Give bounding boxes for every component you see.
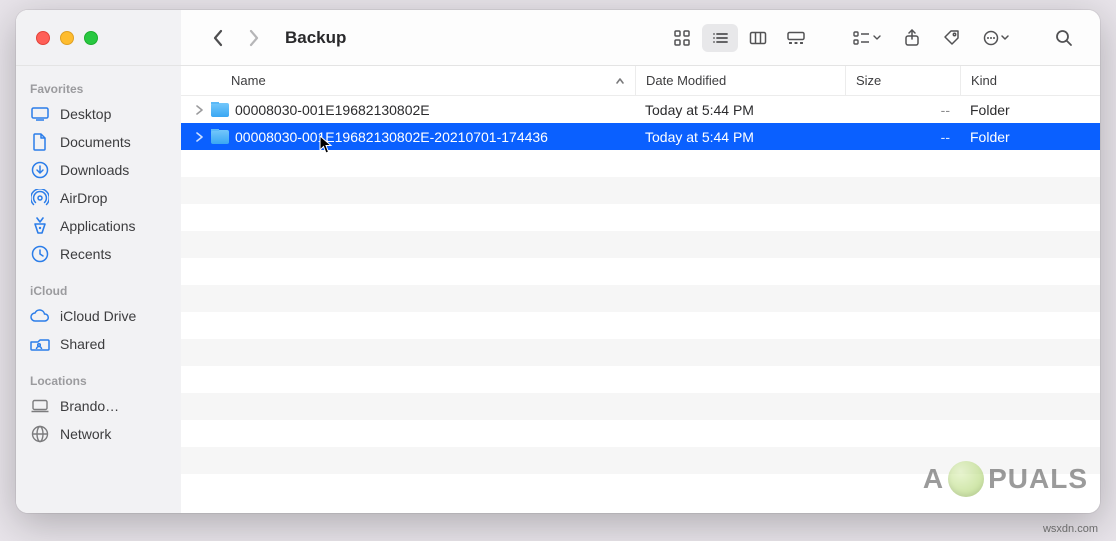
column-header-kind[interactable]: Kind xyxy=(960,66,1100,95)
sidebar-item-label: Downloads xyxy=(60,162,129,178)
applications-icon xyxy=(30,216,50,236)
sidebar-item-recents[interactable]: Recents xyxy=(16,240,181,268)
kind-cell: Folder xyxy=(960,102,1100,118)
sidebar-section-favorites: Favorites Desktop Documents Downloads Ai… xyxy=(16,76,181,268)
device-icon xyxy=(30,396,50,416)
search-button[interactable] xyxy=(1046,24,1082,52)
date-cell: Today at 5:44 PM xyxy=(635,129,845,145)
sidebar-item-documents[interactable]: Documents xyxy=(16,128,181,156)
fullscreen-button[interactable] xyxy=(84,31,98,45)
sidebar-item-downloads[interactable]: Downloads xyxy=(16,156,181,184)
file-name: 00008030-001E19682130802E xyxy=(235,102,430,118)
sidebar: Favorites Desktop Documents Downloads Ai… xyxy=(16,66,181,513)
minimize-button[interactable] xyxy=(60,31,74,45)
close-button[interactable] xyxy=(36,31,50,45)
file-row[interactable]: 00008030-001E19682130802E Today at 5:44 … xyxy=(181,96,1100,123)
sidebar-item-label: Applications xyxy=(60,218,136,234)
back-button[interactable] xyxy=(203,23,233,53)
file-row[interactable]: 00008030-001E19682130802E-20210701-17443… xyxy=(181,123,1100,150)
column-label: Name xyxy=(231,73,266,88)
sidebar-item-applications[interactable]: Applications xyxy=(16,212,181,240)
column-header-date[interactable]: Date Modified xyxy=(635,66,845,95)
sidebar-item-label: Shared xyxy=(60,336,105,352)
sidebar-item-label: iCloud Drive xyxy=(60,308,136,324)
date-cell: Today at 5:44 PM xyxy=(635,102,845,118)
recents-icon xyxy=(30,244,50,264)
titlebar: Backup xyxy=(16,10,1100,66)
sidebar-item-label: Network xyxy=(60,426,111,442)
sidebar-item-label: AirDrop xyxy=(60,190,107,206)
name-cell: 00008030-001E19682130802E xyxy=(181,102,635,118)
sidebar-item-device[interactable]: Brando… xyxy=(16,392,181,420)
nav-and-title: Backup xyxy=(181,23,346,53)
document-icon xyxy=(30,132,50,152)
icloud-icon xyxy=(30,306,50,326)
sidebar-section-icloud: iCloud iCloud Drive Shared xyxy=(16,278,181,358)
more-button[interactable] xyxy=(974,24,1018,52)
kind-cell: Folder xyxy=(960,129,1100,145)
window-body: Favorites Desktop Documents Downloads Ai… xyxy=(16,66,1100,513)
column-headers: Name Date Modified Size Kind xyxy=(181,66,1100,96)
disclosure-triangle-icon[interactable] xyxy=(193,131,205,143)
download-icon xyxy=(30,160,50,180)
sidebar-heading: Favorites xyxy=(16,76,181,100)
finder-window: Backup xyxy=(16,10,1100,513)
column-label: Kind xyxy=(971,73,997,88)
sort-indicator-icon xyxy=(615,77,625,85)
list-view-button[interactable] xyxy=(702,24,738,52)
file-list: Name Date Modified Size Kind 00008030-00… xyxy=(181,66,1100,513)
column-label: Date Modified xyxy=(646,73,726,88)
sidebar-heading: Locations xyxy=(16,368,181,392)
sidebar-item-airdrop[interactable]: AirDrop xyxy=(16,184,181,212)
shared-icon xyxy=(30,334,50,354)
sidebar-item-label: Recents xyxy=(60,246,111,262)
folder-icon xyxy=(211,130,229,144)
column-header-size[interactable]: Size xyxy=(845,66,960,95)
sidebar-item-shared[interactable]: Shared xyxy=(16,330,181,358)
sidebar-heading: iCloud xyxy=(16,278,181,302)
column-header-name[interactable]: Name xyxy=(181,66,635,95)
toolbar xyxy=(662,22,1100,54)
name-cell: 00008030-001E19682130802E-20210701-17443… xyxy=(181,129,635,145)
view-switcher xyxy=(662,22,816,54)
sidebar-item-label: Brando… xyxy=(60,398,119,414)
sidebar-section-locations: Locations Brando… Network xyxy=(16,368,181,448)
file-name: 00008030-001E19682130802E-20210701-17443… xyxy=(235,129,548,145)
airdrop-icon xyxy=(30,188,50,208)
attribution: wsxdn.com xyxy=(1043,523,1098,535)
icon-view-button[interactable] xyxy=(664,24,700,52)
sidebar-item-network[interactable]: Network xyxy=(16,420,181,448)
gallery-view-button[interactable] xyxy=(778,24,814,52)
sidebar-item-desktop[interactable]: Desktop xyxy=(16,100,181,128)
size-cell: -- xyxy=(845,102,960,118)
forward-button[interactable] xyxy=(239,23,269,53)
window-controls xyxy=(16,10,181,65)
rows-area: 00008030-001E19682130802E Today at 5:44 … xyxy=(181,96,1100,513)
window-title: Backup xyxy=(285,28,346,48)
folder-icon xyxy=(211,103,229,117)
column-label: Size xyxy=(856,73,881,88)
tags-button[interactable] xyxy=(934,24,970,52)
disclosure-triangle-icon[interactable] xyxy=(193,104,205,116)
size-cell: -- xyxy=(845,129,960,145)
share-button[interactable] xyxy=(894,24,930,52)
sidebar-item-label: Documents xyxy=(60,134,131,150)
sidebar-item-icloud-drive[interactable]: iCloud Drive xyxy=(16,302,181,330)
group-by-button[interactable] xyxy=(844,24,890,52)
column-view-button[interactable] xyxy=(740,24,776,52)
network-icon xyxy=(30,424,50,444)
desktop-icon xyxy=(30,104,50,124)
sidebar-item-label: Desktop xyxy=(60,106,111,122)
